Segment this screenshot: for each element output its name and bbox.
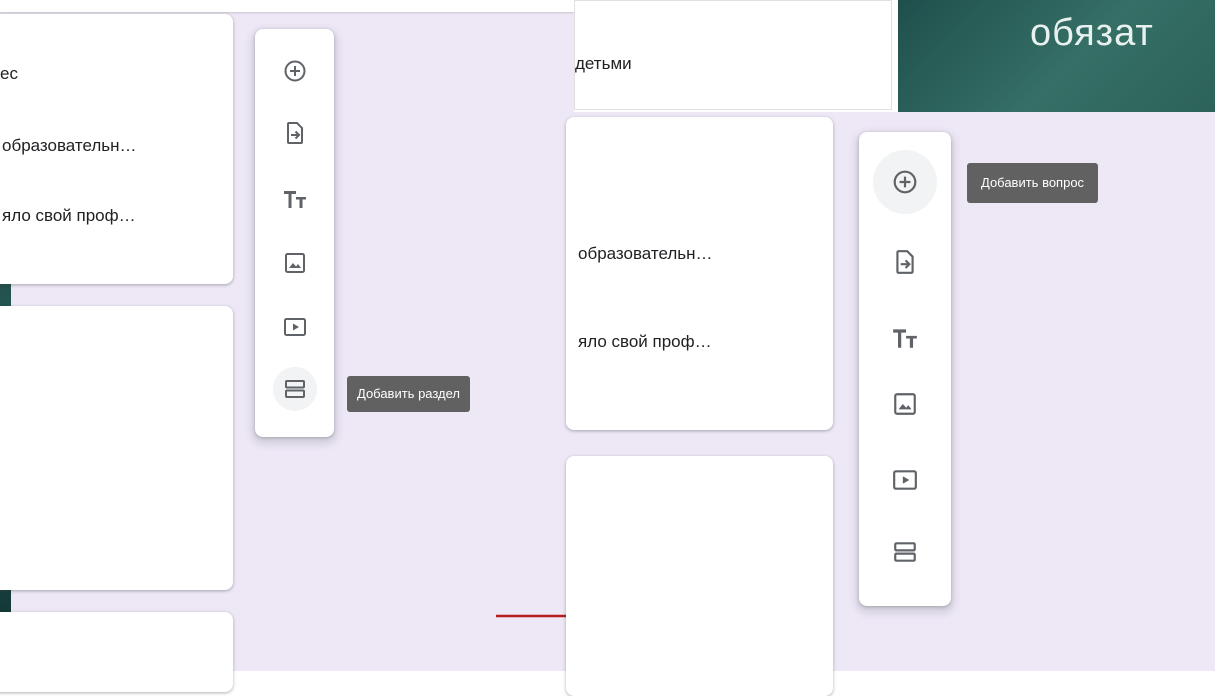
add-section-tooltip: Добавить раздел [347,376,471,412]
add-video-button[interactable] [273,305,317,349]
left-card1-line-1: ес [0,64,18,83]
import-questions-button[interactable] [273,111,317,155]
add-question-icon [893,170,917,194]
add-section-button[interactable] [883,530,927,574]
add-video-icon [893,470,917,490]
add-video-button[interactable] [883,458,927,502]
left-question-card-3[interactable] [0,612,233,692]
left-card1-line-2: образовательн… [2,136,137,155]
add-section-button[interactable] [272,367,317,411]
left-floating-toolbar [255,29,334,437]
add-question-button[interactable] [273,49,317,93]
add-section-icon [284,380,305,398]
right-top-card-line: детьми [575,54,632,73]
right-floating-toolbar [859,132,951,606]
add-video-icon [283,318,306,336]
add-image-icon [894,393,916,415]
right-card1-line-2: яло свой проф… [578,332,712,351]
add-title-button[interactable] [883,316,927,360]
left-question-card-2[interactable] [0,306,233,590]
add-title-icon [893,329,917,348]
import-questions-icon [896,250,914,274]
add-question-button-active[interactable] [873,150,937,214]
add-image-button[interactable] [273,241,317,285]
left-card1-line-3: яло свой проф… [2,206,136,225]
import-questions-icon [286,122,303,144]
add-question-tooltip: Добавить вопрос [967,163,1099,203]
add-title-icon [283,191,306,208]
add-image-icon [284,253,305,273]
right-question-card-1[interactable]: образовательн… яло свой проф… [566,117,833,430]
right-question-card-2[interactable] [566,456,833,696]
add-question-icon [284,60,305,82]
top-strip [0,0,574,12]
import-questions-button[interactable] [883,240,927,284]
add-section-icon [894,542,916,562]
add-title-button[interactable] [273,177,317,221]
slide-corner-word: обязат [1030,12,1154,54]
slide-corner: обязат [898,0,1215,112]
right-card1-line-1: образовательн… [578,244,713,263]
right-top-card[interactable]: детьми [574,0,892,110]
left-question-card-1[interactable]: ес образовательн… яло свой проф… [0,14,233,284]
add-image-button[interactable] [883,382,927,426]
